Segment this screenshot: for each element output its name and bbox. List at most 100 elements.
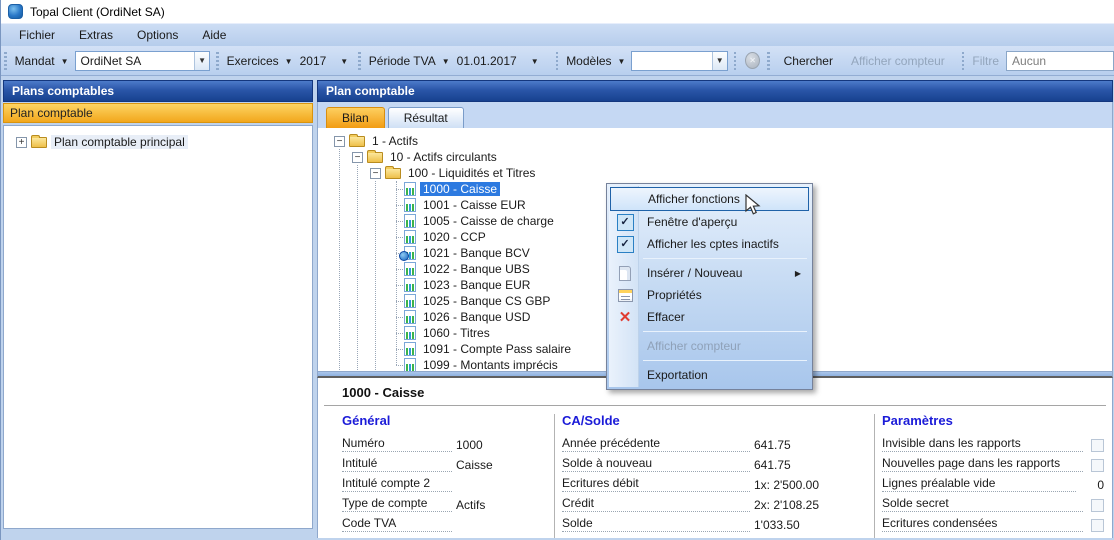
tree-node-label[interactable]: 1 - Actifs (369, 134, 421, 148)
account-icon (404, 182, 416, 196)
account-label[interactable]: 1060 - Titres (420, 326, 493, 340)
field-value: Actifs (452, 498, 485, 512)
account-label[interactable]: 1023 - Banque EUR (420, 278, 533, 292)
chevron-down-icon: ▼ (61, 57, 69, 66)
account-icon (404, 214, 416, 228)
menu-aide[interactable]: Aide (190, 25, 238, 45)
mandat-value: OrdiNet SA (76, 54, 195, 68)
account-label[interactable]: 1005 - Caisse de charge (420, 214, 557, 228)
chevron-down-icon[interactable]: ▼ (194, 52, 209, 70)
menu-item-afficher-cptes-inactifs[interactable]: ✓ Afficher les cptes inactifs (609, 233, 810, 255)
mandat-combobox[interactable]: OrdiNet SA ▼ (75, 51, 211, 71)
account-label[interactable]: 1001 - Caisse EUR (420, 198, 529, 212)
tree-node-label[interactable]: Plan comptable principal (51, 135, 188, 149)
account-label[interactable]: 1025 - Banque CS GBP (420, 294, 553, 308)
check-icon: ✓ (617, 214, 634, 231)
tree-node-actifs[interactable]: − 1 - Actifs (318, 133, 1112, 149)
checkbox-ecritures-condensees[interactable] (1091, 519, 1104, 532)
field-label: Solde secret (882, 496, 1083, 512)
account-icon (404, 310, 416, 324)
menu-item-label: Propriétés (647, 288, 702, 302)
collapse-icon[interactable]: − (352, 152, 363, 163)
mandat-menu-button[interactable]: Mandat (12, 54, 58, 68)
field-label: Solde à nouveau (562, 456, 750, 472)
detail-heading: 1000 - Caisse (342, 385, 424, 400)
exercices-combobox[interactable]: 2017 ▼ (296, 54, 356, 68)
tree-node-liquidites[interactable]: − 100 - Liquidités et Titres (318, 165, 1112, 181)
modeles-combobox[interactable]: ▼ (631, 51, 727, 71)
account-label[interactable]: 1021 - Banque BCV (420, 246, 533, 260)
menu-item-label: Fenêtre d'aperçu (647, 215, 737, 229)
menu-item-fenetre-apercu[interactable]: ✓ Fenêtre d'aperçu (609, 211, 810, 233)
tab-bilan[interactable]: Bilan (326, 107, 385, 128)
menu-item-inserer-nouveau[interactable]: Insérer / Nouveau ▶ (609, 262, 810, 284)
checkbox-solde-secret[interactable] (1091, 499, 1104, 512)
checkbox-nouvelles-page[interactable] (1091, 459, 1104, 472)
chevron-down-icon: ▼ (285, 57, 293, 66)
tree-node-plan-principal[interactable]: + Plan comptable principal (4, 134, 312, 150)
periode-tva-value: 01.01.2017 (457, 54, 517, 68)
collapse-icon[interactable]: − (370, 168, 381, 179)
menu-fichier[interactable]: Fichier (7, 25, 67, 45)
menu-item-effacer[interactable]: ✕ Effacer (609, 306, 810, 328)
exercices-menu-button[interactable]: Exercices (224, 54, 282, 68)
field-label: Numéro (342, 436, 452, 452)
menu-item-proprietes[interactable]: Propriétés (609, 284, 810, 306)
menu-extras[interactable]: Extras (67, 25, 125, 45)
section-general: Général Numéro1000 IntituléCaisse Intitu… (342, 413, 548, 532)
filtre-input[interactable]: Aucun (1006, 51, 1114, 71)
field-label: Type de compte (342, 496, 452, 512)
account-label[interactable]: 1020 - CCP (420, 230, 489, 244)
expand-icon[interactable]: + (16, 137, 27, 148)
field-label: Nouvelles page dans les rapports (882, 456, 1083, 472)
column-separator (554, 414, 555, 538)
menu-item-afficher-compteur: Afficher compteur (609, 335, 810, 357)
afficher-compteur-button[interactable]: Afficher compteur (842, 50, 954, 72)
account-label[interactable]: 1022 - Banque UBS (420, 262, 533, 276)
folder-icon (349, 136, 365, 147)
menu-options[interactable]: Options (125, 25, 190, 45)
field-label: Lignes préalable vide (882, 476, 1076, 492)
account-label[interactable]: 1091 - Compte Pass salaire (420, 342, 574, 356)
menu-item-afficher-fonctions[interactable]: Afficher fonctions (610, 187, 809, 211)
field-label: Intitulé compte 2 (342, 476, 452, 492)
menu-item-exportation[interactable]: Exportation (609, 364, 810, 386)
tree-node-label[interactable]: 10 - Actifs circulants (387, 150, 500, 164)
new-document-icon (619, 266, 631, 281)
field-label: Année précédente (562, 436, 750, 452)
chevron-down-icon[interactable]: ▼ (712, 52, 727, 70)
toolbar-grip (4, 52, 7, 70)
toolbar-grip (556, 52, 559, 70)
tab-strip: Bilan Résultat (317, 102, 1113, 128)
modeles-menu-button[interactable]: Modèles (563, 54, 614, 68)
tree-node-label[interactable]: 100 - Liquidités et Titres (405, 166, 538, 180)
account-icon (404, 342, 416, 356)
toolbar-grip (216, 52, 219, 70)
heading-rule (324, 405, 1106, 406)
section-parametres: Paramètres Invisible dans les rapports N… (882, 413, 1104, 532)
menu-item-label: Afficher les cptes inactifs (647, 237, 779, 251)
checkbox-invisible-rapports[interactable] (1091, 439, 1104, 452)
chevron-down-icon: ▼ (340, 57, 348, 66)
chercher-button[interactable]: Chercher (775, 50, 842, 72)
toolbar-grip (767, 52, 770, 70)
periode-tva-combobox[interactable]: 01.01.2017 ▼ (453, 54, 546, 68)
field-value: 1'033.50 (750, 518, 800, 532)
toolbar-grip (962, 52, 965, 70)
delete-x-icon: ✕ (619, 308, 632, 326)
section-ca-solde: CA/Solde Année précédente641.75 Solde à … (562, 413, 862, 532)
toolbar-grip (734, 52, 737, 70)
tree-node-actifs-circulants[interactable]: − 10 - Actifs circulants (318, 149, 1112, 165)
periode-tva-menu-button[interactable]: Période TVA (366, 54, 439, 68)
account-label[interactable]: 1026 - Banque USD (420, 310, 533, 324)
collapse-icon[interactable]: − (334, 136, 345, 147)
account-label[interactable]: 1099 - Montants imprécis (420, 358, 561, 372)
account-label-selected[interactable]: 1000 - Caisse (420, 182, 500, 196)
chevron-down-icon: ▼ (442, 57, 450, 66)
account-icon (404, 198, 416, 212)
tab-resultat[interactable]: Résultat (388, 107, 464, 128)
section-title: Paramètres (882, 413, 1104, 428)
clear-filter-button[interactable]: ✕ (745, 52, 760, 69)
window-title: Topal Client (OrdiNet SA) (30, 5, 165, 19)
plan-comptable-selected-bar[interactable]: Plan comptable (3, 103, 313, 123)
